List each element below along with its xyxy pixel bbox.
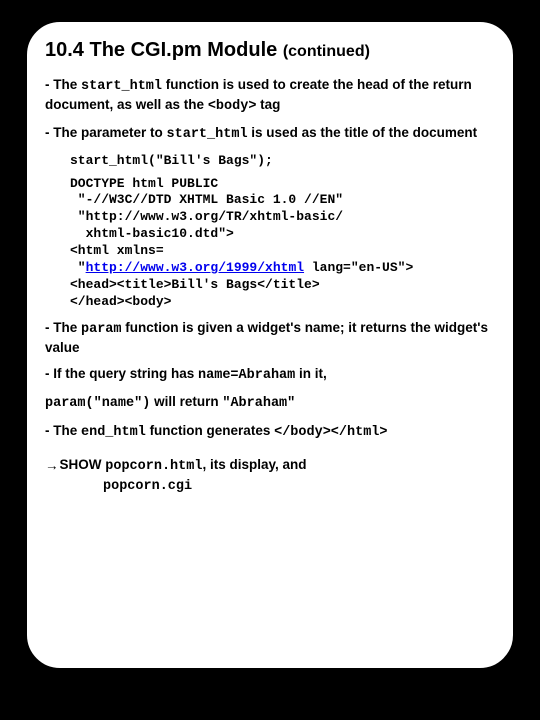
code: "Abraham" — [222, 396, 295, 411]
footer: Chapter 10 © 2005 by Addison Wesley Long… — [40, 693, 500, 710]
code: start_html — [81, 79, 162, 94]
code: start_html — [167, 127, 248, 142]
code-line: DOCTYPE html PUBLIC — [70, 176, 218, 191]
title-suffix: (continued) — [283, 43, 370, 60]
footer-copyright: © 2005 by Addison Wesley Longman, Inc. — [204, 698, 401, 709]
code-line: "http://www.w3.org/TR/xhtml-basic/ — [70, 209, 343, 224]
text: SHOW — [60, 457, 106, 472]
text: tag — [256, 97, 280, 112]
code: name=Abraham — [198, 368, 295, 383]
text: - The — [45, 320, 81, 335]
code-line: lang="en-US"> — [304, 260, 413, 275]
slide: 10.4 The CGI.pm Module (continued) - The… — [25, 20, 515, 670]
code: popcorn.cgi — [103, 478, 192, 496]
code: param — [81, 322, 122, 337]
text: in it, — [295, 366, 327, 381]
code-line: start_html("Bill's Bags"); — [70, 153, 273, 168]
text: is used as the title of the document — [248, 125, 478, 140]
code-line: <html xmlns= — [70, 243, 164, 258]
footer-page: 9 — [492, 693, 500, 710]
bullet-1: - The start_html function is used to cre… — [45, 76, 495, 116]
slide-title: 10.4 The CGI.pm Module (continued) — [45, 37, 495, 64]
code: <body> — [208, 99, 257, 114]
text: , its display, and — [202, 457, 306, 472]
text: - The — [45, 77, 81, 92]
code-line: </head><body> — [70, 294, 171, 309]
text: - If the query string has — [45, 366, 198, 381]
text: will return — [150, 394, 222, 409]
code: </body></html> — [274, 425, 387, 440]
code-line: " — [70, 260, 86, 275]
text: - The parameter to — [45, 125, 167, 140]
code: end_html — [81, 425, 146, 440]
text: - The — [45, 423, 81, 438]
text: function generates — [146, 423, 274, 438]
bullet-5: param("name") will return "Abraham" — [45, 393, 495, 413]
bullet-4: - If the query string has name=Abraham i… — [45, 365, 495, 385]
code-line: <head><title>Bill's Bags</title> — [70, 277, 320, 292]
code-line: xhtml-basic10.dtd"> — [70, 226, 234, 241]
bullet-7: →SHOW popcorn.html, its display, and pop… — [45, 456, 495, 496]
code: popcorn.html — [105, 459, 202, 474]
code-example-2: DOCTYPE html PUBLIC "-//W3C//DTD XHTML B… — [70, 176, 495, 311]
bullet-2: - The parameter to start_html is used as… — [45, 124, 495, 144]
code-example-1: start_html("Bill's Bags"); — [70, 153, 495, 170]
footer-chapter: Chapter 10 — [40, 693, 112, 709]
xmlns-link[interactable]: http://www.w3.org/1999/xhtml — [86, 260, 304, 275]
code-line: "-//W3C//DTD XHTML Basic 1.0 //EN" — [70, 192, 343, 207]
bullet-3: - The param function is given a widget's… — [45, 319, 495, 357]
arrow-icon: → — [45, 457, 59, 475]
bullet-6: - The end_html function generates </body… — [45, 422, 495, 442]
title-main: 10.4 The CGI.pm Module — [45, 39, 277, 61]
code: param("name") — [45, 396, 150, 411]
